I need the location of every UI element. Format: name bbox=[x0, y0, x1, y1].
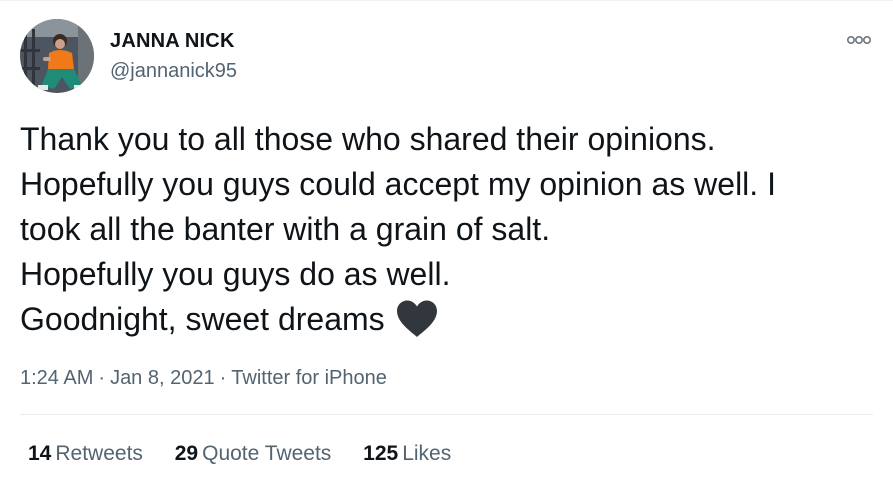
tweet-date[interactable]: Jan 8, 2021 bbox=[110, 367, 215, 389]
retweets-label: Retweets bbox=[55, 442, 143, 465]
likes-stat[interactable]: 125 Likes bbox=[363, 442, 451, 466]
avatar-photo bbox=[20, 19, 94, 93]
display-name[interactable]: JANNA NICK bbox=[110, 30, 235, 53]
engagement-stats: 14 Retweets 29 Quote Tweets 125 Likes bbox=[28, 442, 477, 466]
tweet-meta: 1:24 AM · Jan 8, 2021 · Twitter for iPhone bbox=[20, 367, 387, 390]
user-handle[interactable]: @jannanick95 bbox=[110, 60, 237, 83]
tweet-source[interactable]: Twitter for iPhone bbox=[231, 367, 387, 389]
tweet-time[interactable]: 1:24 AM bbox=[20, 367, 93, 389]
likes-label: Likes bbox=[402, 442, 452, 465]
black-heart-icon bbox=[395, 299, 439, 351]
tweet-text-line-last: Goodnight, sweet dreams bbox=[20, 297, 880, 351]
tweet-text-line: Thank you to all those who shared their … bbox=[20, 121, 716, 157]
tweet-text-line: Hopefully you guys do as well. bbox=[20, 256, 451, 292]
quote-tweets-label: Quote Tweets bbox=[202, 442, 332, 465]
tweet-text-line: took all the banter with a grain of salt… bbox=[20, 211, 551, 247]
meta-separator: · bbox=[219, 367, 227, 389]
tweet-card: JANNA NICK @jannanick95 Thank you to all… bbox=[0, 0, 893, 480]
tweet-text: Thank you to all those who shared their … bbox=[20, 117, 880, 351]
tweet-text-line: Goodnight, sweet dreams bbox=[20, 301, 385, 337]
retweets-count: 14 bbox=[28, 442, 52, 465]
top-divider bbox=[0, 0, 893, 1]
quote-tweets-stat[interactable]: 29 Quote Tweets bbox=[175, 442, 332, 466]
stats-divider bbox=[20, 414, 873, 415]
tweet-text-line: Hopefully you guys could accept my opini… bbox=[20, 166, 776, 202]
more-options-icon[interactable] bbox=[836, 30, 872, 50]
quote-tweets-count: 29 bbox=[174, 442, 199, 465]
avatar[interactable] bbox=[20, 19, 94, 93]
retweets-stat[interactable]: 14 Retweets bbox=[28, 442, 143, 466]
meta-separator: · bbox=[98, 367, 106, 389]
likes-count: 125 bbox=[363, 442, 399, 465]
